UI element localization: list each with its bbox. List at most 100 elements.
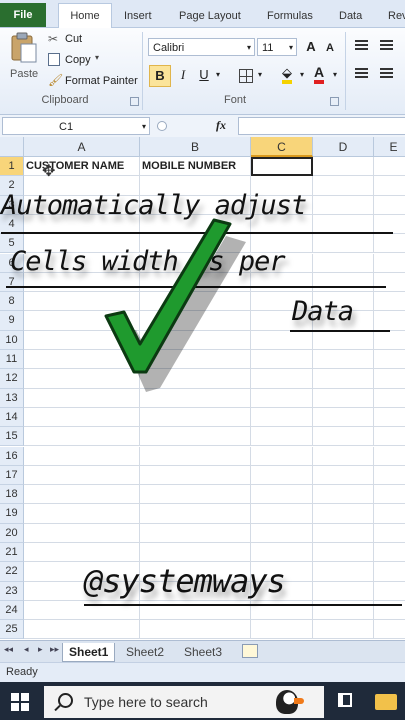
insert-function-icon[interactable]: fx — [216, 118, 226, 133]
cell-a21[interactable] — [24, 543, 140, 563]
cell-e5[interactable] — [374, 234, 405, 254]
cell-e9[interactable] — [374, 311, 405, 331]
cell-c19[interactable] — [251, 504, 313, 524]
taskbar-search-box[interactable]: Type here to search — [44, 686, 324, 718]
cell-a13[interactable] — [24, 388, 140, 408]
task-view-icon[interactable] — [338, 693, 352, 707]
select-all-corner[interactable] — [0, 137, 24, 157]
cell-e10[interactable] — [374, 331, 405, 350]
shrink-font-button[interactable]: A — [320, 38, 340, 58]
cell-a15[interactable] — [24, 427, 140, 447]
tab-home[interactable]: Home — [58, 3, 112, 28]
row-header-19[interactable]: 19 — [0, 504, 24, 524]
paste-button[interactable]: Paste — [6, 32, 40, 88]
cell-b1[interactable]: MOBILE NUMBER — [140, 157, 251, 177]
cell-d18[interactable] — [313, 485, 374, 505]
cell-e17[interactable] — [374, 466, 405, 486]
file-explorer-icon[interactable] — [375, 694, 397, 710]
cell-c10[interactable] — [251, 330, 313, 350]
row-header-14[interactable]: 14 — [0, 407, 24, 428]
italic-button[interactable]: I — [173, 65, 193, 85]
row-header-16[interactable]: 16 — [0, 446, 24, 466]
cell-c16[interactable] — [251, 446, 313, 466]
cell-e8[interactable] — [374, 292, 405, 312]
chevron-down-icon[interactable]: ▾ — [258, 70, 262, 79]
align-center-icon[interactable] — [380, 68, 393, 79]
cell-e13[interactable] — [374, 389, 405, 408]
row-header-13[interactable]: 13 — [0, 388, 24, 408]
cell-a20[interactable] — [24, 523, 140, 543]
cell-e16[interactable] — [374, 447, 405, 466]
tab-page-layout[interactable]: Page Layout — [179, 5, 241, 27]
underline-button[interactable]: U — [194, 65, 214, 85]
row-header-17[interactable]: 17 — [0, 465, 24, 486]
cell-a18[interactable] — [24, 485, 140, 505]
formula-input[interactable] — [238, 117, 405, 135]
tab-insert[interactable]: Insert — [124, 5, 152, 27]
cell-d6[interactable] — [313, 253, 374, 273]
bold-button[interactable]: B — [149, 65, 171, 87]
cell-c15[interactable] — [251, 427, 313, 447]
column-header-a[interactable]: A — [24, 137, 140, 157]
cell-c12[interactable] — [251, 369, 313, 389]
cell-c20[interactable] — [251, 523, 313, 543]
cell-b16[interactable] — [140, 446, 251, 466]
cell-d16[interactable] — [313, 446, 374, 466]
cell-e23[interactable] — [374, 582, 405, 601]
font-launcher-icon[interactable] — [330, 97, 339, 106]
cell-a17[interactable] — [24, 465, 140, 486]
chevron-down-icon[interactable]: ▾ — [300, 70, 304, 79]
cell-d12[interactable] — [313, 369, 374, 389]
name-box[interactable]: C1 ▾ — [2, 117, 150, 135]
cell-d21[interactable] — [313, 543, 374, 563]
row-header-1[interactable]: 1 — [0, 157, 24, 177]
last-sheet-button[interactable]: ▸▸ — [50, 644, 59, 655]
cell-d25[interactable] — [313, 620, 374, 640]
chevron-down-icon[interactable]: ▾ — [216, 70, 220, 79]
cell-a25[interactable] — [24, 620, 140, 640]
cell-e11[interactable] — [374, 350, 405, 370]
row-header-8[interactable]: 8 — [0, 292, 24, 312]
borders-icon[interactable] — [239, 69, 253, 83]
cell-d14[interactable] — [313, 407, 374, 428]
sheet-tab-1[interactable]: Sheet1 — [62, 643, 116, 662]
fill-color-icon[interactable]: ⬙ — [282, 66, 292, 84]
insert-sheet-icon[interactable] — [242, 644, 258, 658]
cell-b19[interactable] — [140, 504, 251, 524]
row-header-25[interactable]: 25 — [0, 620, 24, 640]
sheet-tab-3[interactable]: Sheet3 — [178, 643, 228, 661]
cell-e1[interactable] — [374, 157, 405, 177]
font-size-select[interactable]: 11 ▾ — [257, 38, 297, 56]
cell-e3[interactable] — [374, 196, 405, 215]
font-name-select[interactable]: Calibri ▾ — [148, 38, 255, 56]
windows-start-icon[interactable] — [11, 693, 29, 711]
tab-file[interactable]: File — [0, 3, 46, 27]
row-header-24[interactable]: 24 — [0, 600, 24, 621]
cell-a16[interactable] — [24, 446, 140, 466]
sheet-tab-2[interactable]: Sheet2 — [120, 643, 170, 661]
cell-e2[interactable] — [374, 176, 405, 196]
cell-e18[interactable] — [374, 485, 405, 505]
cell-d20[interactable] — [313, 523, 374, 543]
row-header-22[interactable]: 22 — [0, 562, 24, 582]
cell-d7[interactable] — [313, 272, 374, 293]
next-sheet-button[interactable]: ▸ — [38, 644, 43, 655]
cell-e14[interactable] — [374, 408, 405, 428]
cell-b17[interactable] — [140, 465, 251, 486]
cell-b15[interactable] — [140, 427, 251, 447]
cell-d19[interactable] — [313, 504, 374, 524]
first-sheet-button[interactable]: ◂◂ — [4, 644, 13, 655]
cell-c13[interactable] — [251, 388, 313, 408]
row-header-18[interactable]: 18 — [0, 485, 24, 505]
cell-d13[interactable] — [313, 388, 374, 408]
cell-d23[interactable] — [313, 581, 374, 601]
row-header-12[interactable]: 12 — [0, 369, 24, 389]
row-header-9[interactable]: 9 — [0, 311, 24, 331]
tab-formulas[interactable]: Formulas — [267, 5, 313, 27]
cell-e25[interactable] — [374, 620, 405, 640]
cell-d3[interactable] — [313, 195, 374, 215]
row-header-23[interactable]: 23 — [0, 581, 24, 601]
formula-bar-splitter[interactable] — [157, 121, 167, 131]
cell-b21[interactable] — [140, 543, 251, 563]
align-left-icon[interactable] — [355, 68, 368, 79]
